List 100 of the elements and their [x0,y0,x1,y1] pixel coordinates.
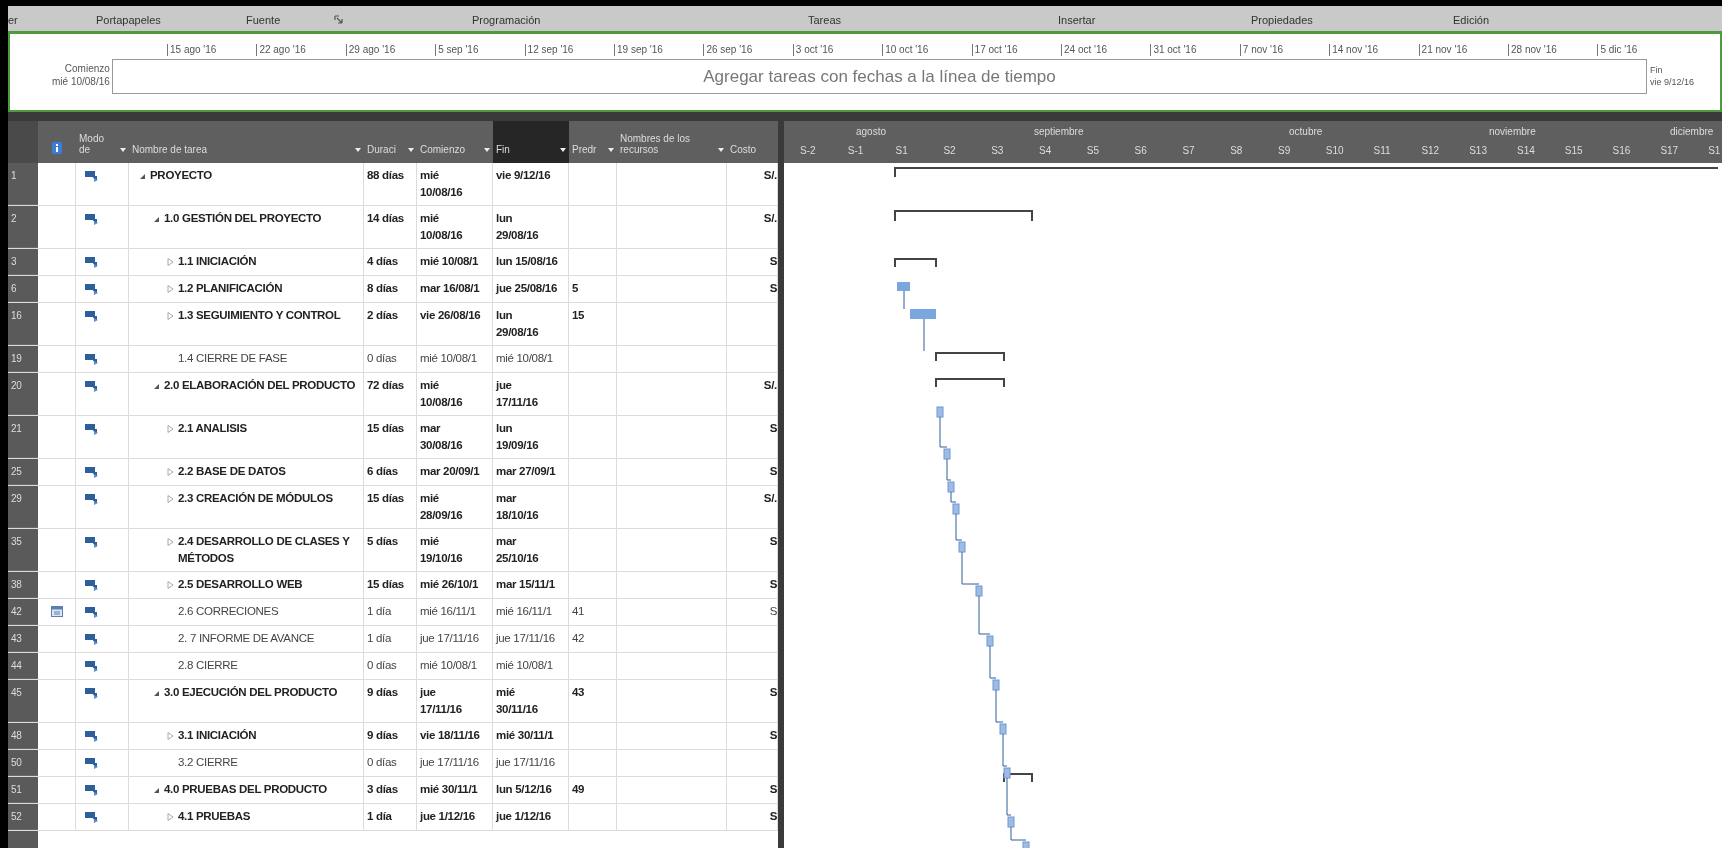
start-date-cell: mié 10/08/1 [420,255,479,267]
week-label: S17 [1660,144,1679,158]
task-name: 2.5 DESARROLLO WEB [178,577,303,592]
expanded-caret-icon[interactable] [139,173,146,180]
collapsed-caret-icon[interactable] [167,581,174,589]
week-label: S2 [943,144,956,158]
start-date-cell: mié 10/08/16 [420,212,463,241]
dropdown-caret-icon [560,148,566,152]
task-name: 1.1 INICIACIÓN [178,254,257,269]
ribbon-group-label: Propiedades [1251,13,1313,28]
dropdown-caret-icon [608,148,614,152]
timeline-tick: 21 nov '16 [1418,44,1468,56]
dropdown-caret-icon [408,148,414,152]
finish-date-cell: mié 30/11/16 [496,686,538,715]
timeline-tick: 7 nov '16 [1239,44,1284,56]
timeline-tick: 5 dic '16 [1597,44,1638,56]
predecessor-cell: 49 [572,783,585,795]
row-number: 35 [8,529,38,571]
finish-date-cell: mié 16/11/1 [496,605,552,617]
task-mode-icon [85,811,99,823]
collapsed-caret-icon[interactable] [167,495,174,503]
expanded-caret-icon[interactable] [153,690,160,697]
duration-cell: 15 días [367,422,404,434]
timeline-tick: 19 sep '16 [614,44,663,56]
timeline-tick: 29 ago '16 [345,44,396,56]
collapsed-caret-icon[interactable] [167,425,174,433]
duration-cell: 1 día [367,605,392,617]
collapsed-caret-icon[interactable] [167,538,174,546]
task-mode-icon [85,493,99,505]
start-date-cell: jue 17/11/16 [420,686,462,715]
duration-cell: 15 días [367,578,404,590]
start-date-cell: mié 30/11/1 [420,783,478,795]
duration-cell: 1 día [367,632,392,644]
duration-cell: 9 días [367,686,398,698]
timeline-start-date: mié 10/08/16 [52,75,110,88]
duration-cell: 1 día [367,810,392,822]
finish-date-cell: lun 15/08/16 [496,255,558,267]
week-label: S16 [1612,144,1631,158]
task-mode-icon [85,310,99,322]
timeline-bar: Agregar tareas con fechas a la línea de tiempo [112,59,1647,94]
start-date-cell: mié 28/09/16 [420,492,463,521]
task-name: 2.2 BASE DE DATOS [178,464,286,479]
ribbon-group-label: Tareas [808,13,842,28]
row-number: 42 [8,599,38,625]
expanded-caret-icon[interactable] [153,216,160,223]
collapsed-caret-icon[interactable] [167,468,174,476]
row-number: 19 [8,346,38,372]
start-date-cell: mié 10/08/16 [420,379,463,408]
week-label: S10 [1325,144,1344,158]
week-label: S-1 [847,144,864,158]
collapsed-caret-icon[interactable] [167,312,174,320]
finish-date-cell: lun 19/09/16 [496,422,539,451]
start-date-cell: mar 30/08/16 [420,422,463,451]
row-number: 3 [8,249,38,275]
task-mode-icon [85,579,99,591]
column-header[interactable]: Fin [493,121,569,163]
start-date-cell: mar 16/08/1 [420,282,480,294]
month-label: septiembre [1034,125,1084,139]
task-mode-icon [85,466,99,478]
ribbon-group-label: Fuente [246,13,281,28]
duration-cell: 8 días [367,282,398,294]
finish-date-cell: mié 10/08/1 [496,659,553,671]
duration-cell: 14 días [367,212,404,224]
start-date-cell: mié 10/08/1 [420,659,477,671]
timeline-tick: 15 ago '16 [167,44,217,56]
task-mode-icon [85,283,99,295]
task-name: 2.4 DESARROLLO DE CLASES Y MÉTODOS [178,534,350,566]
week-label: S5 [1086,144,1100,158]
month-label: octubre [1289,125,1323,139]
cost-cell: S [769,282,777,294]
dropdown-caret-icon [718,148,724,152]
start-date-cell: vie 26/08/16 [420,309,481,321]
cost-cell: S/. [763,212,777,224]
cost-cell: S [769,255,777,267]
row-number: 2 [8,206,38,248]
task-mode-icon [85,784,99,796]
cost-cell: S/. [763,169,777,181]
expanded-caret-icon[interactable] [153,787,160,794]
finish-date-cell: mar 18/10/16 [496,492,539,521]
collapsed-caret-icon[interactable] [167,813,174,821]
timeline-tick: 22 ago '16 [256,44,306,56]
row-number: 43 [8,626,38,652]
timeline-tick: 17 oct '16 [971,44,1018,56]
finish-date-cell: mar 15/11/1 [496,578,555,590]
task-mode-icon [85,660,99,672]
predecessor-cell: 42 [572,632,585,644]
collapsed-caret-icon[interactable] [167,285,174,293]
cost-cell: S [769,810,777,822]
collapsed-caret-icon[interactable] [167,258,174,266]
finish-date-cell: jue 17/11/16 [496,632,555,644]
row-number: 51 [8,777,38,803]
collapsed-caret-icon[interactable] [167,732,174,740]
row-number: 25 [8,459,38,485]
dialog-launcher-icon[interactable] [334,15,343,24]
finish-date-cell: jue 17/11/16 [496,756,555,768]
task-name: 2. 7 INFORME DE AVANCE [178,631,315,646]
expanded-caret-icon[interactable] [153,383,160,390]
predecessor-cell: 41 [572,605,585,617]
week-label: S8 [1230,144,1243,158]
month-label: noviembre [1489,125,1536,139]
